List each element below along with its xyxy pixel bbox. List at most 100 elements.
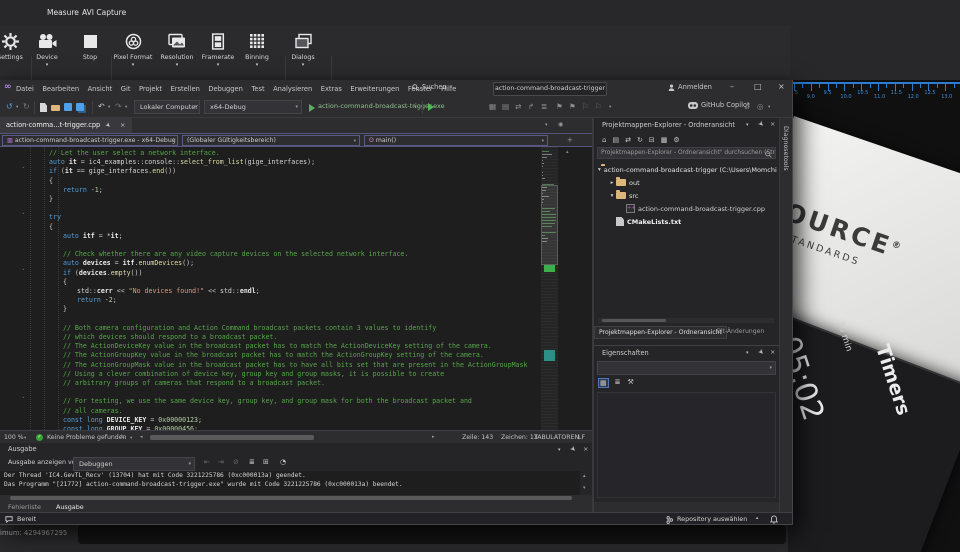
eol-indicator[interactable]: LF	[578, 434, 585, 441]
bookmark-next-icon[interactable]: ⚐	[595, 102, 602, 111]
stop-button[interactable]: Stop	[68, 30, 112, 76]
dialogs-button[interactable]: Dialogs ▾	[281, 30, 325, 76]
problems-status[interactable]: Keine Probleme gefunden	[47, 434, 126, 441]
close-button[interactable]: ×	[778, 82, 785, 91]
menu-item-analysieren[interactable]: Analysieren	[273, 85, 312, 93]
toggle-icon[interactable]: ◉	[558, 121, 563, 128]
output-hscrollbar-thumb[interactable]	[10, 496, 572, 500]
tab-solution-explorer[interactable]: Projektmappen-Explorer - Ordneransicht	[594, 326, 727, 339]
pixel-format-button[interactable]: Pixel Format ▾	[111, 30, 155, 76]
close-panel-icon[interactable]: ×	[583, 445, 588, 453]
title-search-box[interactable]: action-command-broadcast-trigger	[493, 82, 607, 96]
menu-item-test[interactable]: Test	[251, 85, 264, 93]
zoom-level[interactable]: 100 %	[4, 434, 24, 441]
close-tab-icon[interactable]: ×	[120, 118, 125, 133]
collapse-all-icon[interactable]: ⊟	[649, 136, 655, 144]
pin-icon[interactable]: ➤	[100, 118, 114, 132]
clear-search-ic[interactable]: ⊘	[233, 458, 239, 466]
tree-item-root[interactable]: ▾ action-command-broadcast-trigger (C:\U…	[596, 163, 777, 176]
chevron-down-icon[interactable]: ▾	[545, 122, 548, 128]
list-icon[interactable]: ≣	[541, 102, 547, 111]
nav-forward-icon[interactable]: ↻	[23, 102, 30, 111]
property-pages-icon[interactable]: ⚒	[627, 378, 635, 388]
resolution-button[interactable]: Resolution ▾	[155, 30, 199, 76]
tab-avi-capture[interactable]: AVI Capture	[82, 8, 126, 17]
chevron-down-icon[interactable]: ▾	[768, 105, 770, 110]
value-field[interactable]	[78, 525, 786, 544]
menu-item-debuggen[interactable]: Debuggen	[208, 85, 243, 93]
tab-diagnostics[interactable]: Diagnosetools	[782, 126, 789, 171]
menu-item-bearbeiten[interactable]: Bearbeiten	[42, 85, 79, 93]
tree-item-src[interactable]: ▾ src	[596, 189, 777, 202]
pin-icon[interactable]: ➤	[568, 444, 578, 454]
chevron-expanded-icon[interactable]: ▾	[598, 167, 601, 173]
tab-ausgabe[interactable]: Ausgabe	[56, 503, 84, 511]
bookmark-icon[interactable]: ⚑	[569, 102, 576, 111]
scroll-up-icon[interactable]: ▴	[583, 473, 586, 479]
menu-item-projekt[interactable]: Projekt	[139, 85, 162, 93]
device-button[interactable]: Device ▾	[25, 30, 69, 76]
properties-object-combo[interactable]: ▾	[597, 361, 776, 375]
scroll-left-icon[interactable]: ◂	[140, 434, 143, 440]
sign-in-button[interactable]: Anmelden	[668, 83, 712, 91]
scope-dropdown[interactable]: (Globaler Gültigkeitsbereich)▾	[182, 135, 360, 146]
find-icon[interactable]: ⇤	[204, 458, 210, 466]
bell-icon[interactable]	[770, 515, 778, 524]
settings-icon[interactable]: ⚙	[673, 136, 679, 144]
pen-icon[interactable]: ✎	[120, 434, 125, 441]
chevron-down-icon[interactable]: ▾	[609, 105, 611, 110]
redo-icon[interactable]: ↷	[115, 102, 122, 111]
solution-platform-icon[interactable]: ▦	[489, 102, 496, 111]
refresh-icon[interactable]: ↻	[637, 136, 643, 144]
health-check-icon[interactable]: ✓	[36, 434, 43, 441]
chevron-down-icon[interactable]: ▾	[108, 105, 110, 110]
chevron-down-icon[interactable]: ▾	[130, 436, 132, 441]
tab-fehlerliste[interactable]: Fehlerliste	[8, 503, 41, 511]
save-all-icon[interactable]	[76, 103, 84, 111]
output-hscrollbar-track[interactable]	[0, 495, 592, 502]
open-folder-icon[interactable]	[51, 105, 60, 111]
switch-view-icon[interactable]: ▤	[612, 136, 619, 144]
scroll-right-icon[interactable]: ▸	[432, 434, 435, 440]
start-debug-icon[interactable]	[309, 104, 315, 112]
project-dropdown[interactable]: ▩ action-command-broadcast-trigger.exe -…	[2, 135, 178, 146]
horizontal-scrollbar[interactable]	[150, 435, 314, 440]
run-target-button[interactable]: action-command-broadcast-trigger.exe	[318, 102, 445, 110]
tab-git-changes[interactable]: Git-Änderungen	[716, 328, 764, 335]
plus-icon[interactable]: +	[567, 136, 573, 144]
find-next-icon[interactable]: ⇥	[218, 458, 224, 466]
output-text-area[interactable]: Der Thread 'IC4.GevTL_Recv' (13704) hat …	[0, 471, 580, 495]
function-dropdown[interactable]: ʘ main()▾	[364, 135, 548, 146]
chevron-down-icon[interactable]: ▾	[414, 105, 416, 110]
solution-search-box[interactable]: Projektmappen-Explorer - Ordneransicht" …	[597, 147, 776, 159]
chevron-down-icon[interactable]: ▾	[24, 436, 26, 441]
show-all-files-icon[interactable]: ▩	[661, 136, 668, 144]
menu-item-erstellen[interactable]: Erstellen	[171, 85, 200, 93]
minimize-button[interactable]: –	[730, 82, 734, 91]
nav-back-icon[interactable]: ↺	[6, 102, 13, 111]
feedback-icon[interactable]	[5, 516, 13, 523]
chevron-expanded-icon[interactable]: ▾	[608, 193, 616, 199]
alphabetical-icon[interactable]: ≣	[614, 378, 622, 388]
debug-target-combo[interactable]: Lokaler Computer▾	[134, 100, 200, 114]
binning-button[interactable]: Binning ▾	[235, 30, 279, 76]
github-copilot-button[interactable]: GitHub Copilot	[688, 101, 750, 109]
maximize-button[interactable]: □	[754, 82, 762, 91]
step-over-icon[interactable]: ↱	[528, 102, 534, 111]
chevron-down-icon[interactable]: ▾	[746, 350, 749, 356]
menu-item-git[interactable]: Git	[121, 85, 131, 93]
framerate-button[interactable]: Framerate ▾	[196, 30, 240, 76]
chevron-down-icon[interactable]: ▾	[746, 122, 749, 128]
save-icon[interactable]	[64, 103, 72, 111]
chevron-collapsed-icon[interactable]: ▸	[608, 180, 616, 186]
word-wrap-icon[interactable]: ≣	[249, 458, 255, 466]
sync-icon[interactable]: ⇄	[625, 136, 631, 144]
history-icon[interactable]: ◔	[280, 458, 286, 466]
properties-grid[interactable]	[597, 392, 776, 498]
chevron-down-icon[interactable]: ▾	[558, 447, 561, 453]
solution-hscrollbar-thumb[interactable]	[602, 319, 666, 322]
menu-item-extras[interactable]: Extras	[321, 85, 342, 93]
new-file-icon[interactable]	[40, 103, 47, 112]
tabs-indicator[interactable]: TABULATOREN	[534, 434, 579, 441]
code-editor[interactable]: ˅˅˅˅ // Let the user select a network in…	[0, 147, 592, 430]
